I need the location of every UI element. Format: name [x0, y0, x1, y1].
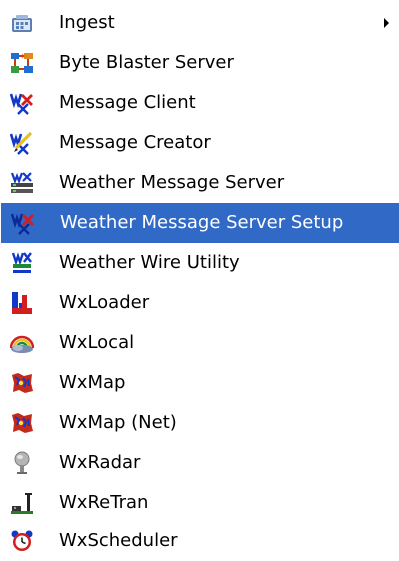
- wxlocal-rainbow-icon: [10, 331, 34, 355]
- menu-item-label: Byte Blaster Server: [59, 52, 234, 73]
- wx-message-creator-icon: [10, 131, 34, 155]
- menu-item-label: Ingest: [59, 12, 115, 33]
- menu-item-label: WxMap (Net): [59, 412, 177, 433]
- menu-item-byte-blaster-server[interactable]: Byte Blaster Server: [0, 43, 399, 83]
- menu-item-wxmap[interactable]: WxMap: [0, 363, 399, 403]
- submenu-arrow-icon: [384, 18, 389, 28]
- wx-message-server-icon: [10, 171, 34, 195]
- wx-message-client-icon: [10, 91, 34, 115]
- wxretran-tower-icon: [10, 491, 34, 515]
- menu-item-label: Message Client: [59, 92, 196, 113]
- menu-item-weather-message-server-setup[interactable]: Weather Message Server Setup: [1, 203, 399, 243]
- menu-item-weather-message-server[interactable]: Weather Message Server: [0, 163, 399, 203]
- menu-item-wxlocal[interactable]: WxLocal: [0, 323, 399, 363]
- menu-item-label: WxLocal: [59, 332, 135, 353]
- menu-item-label: WxLoader: [59, 292, 150, 313]
- menu-item-label: Weather Message Server Setup: [60, 212, 344, 233]
- wxscheduler-alarm-clock-icon: [10, 529, 34, 553]
- start-menu-submenu: Ingest Byte Blaster Server Message Clien…: [0, 0, 399, 560]
- menu-item-ingest[interactable]: Ingest: [0, 3, 399, 43]
- menu-item-label: WxRadar: [59, 452, 141, 473]
- menu-item-label: Weather Wire Utility: [59, 252, 240, 273]
- menu-item-label: WxReTran: [59, 492, 149, 513]
- menu-item-message-creator[interactable]: Message Creator: [0, 123, 399, 163]
- wx-server-setup-icon: [11, 211, 35, 235]
- menu-item-wxmap-net[interactable]: WxMap (Net): [0, 403, 399, 443]
- menu-item-label: Weather Message Server: [59, 172, 285, 193]
- weather-wire-utility-icon: [10, 251, 34, 275]
- menu-item-label: WxMap: [59, 372, 126, 393]
- wxmap-net-icon: [10, 411, 34, 435]
- menu-item-weather-wire-utility[interactable]: Weather Wire Utility: [0, 243, 399, 283]
- menu-item-wxradar[interactable]: WxRadar: [0, 443, 399, 483]
- program-group-folder-icon: [10, 11, 34, 35]
- menu-item-wxretran[interactable]: WxReTran: [0, 483, 399, 523]
- menu-item-wxscheduler[interactable]: WxScheduler: [0, 521, 399, 561]
- wxloader-icon: [10, 291, 34, 315]
- menu-item-wxloader[interactable]: WxLoader: [0, 283, 399, 323]
- menu-item-label: Message Creator: [59, 132, 211, 153]
- wxmap-icon: [10, 371, 34, 395]
- wxradar-dish-icon: [10, 451, 34, 475]
- menu-item-label: WxScheduler: [59, 530, 178, 551]
- menu-item-message-client[interactable]: Message Client: [0, 83, 399, 123]
- byte-blaster-server-icon: [10, 51, 34, 75]
